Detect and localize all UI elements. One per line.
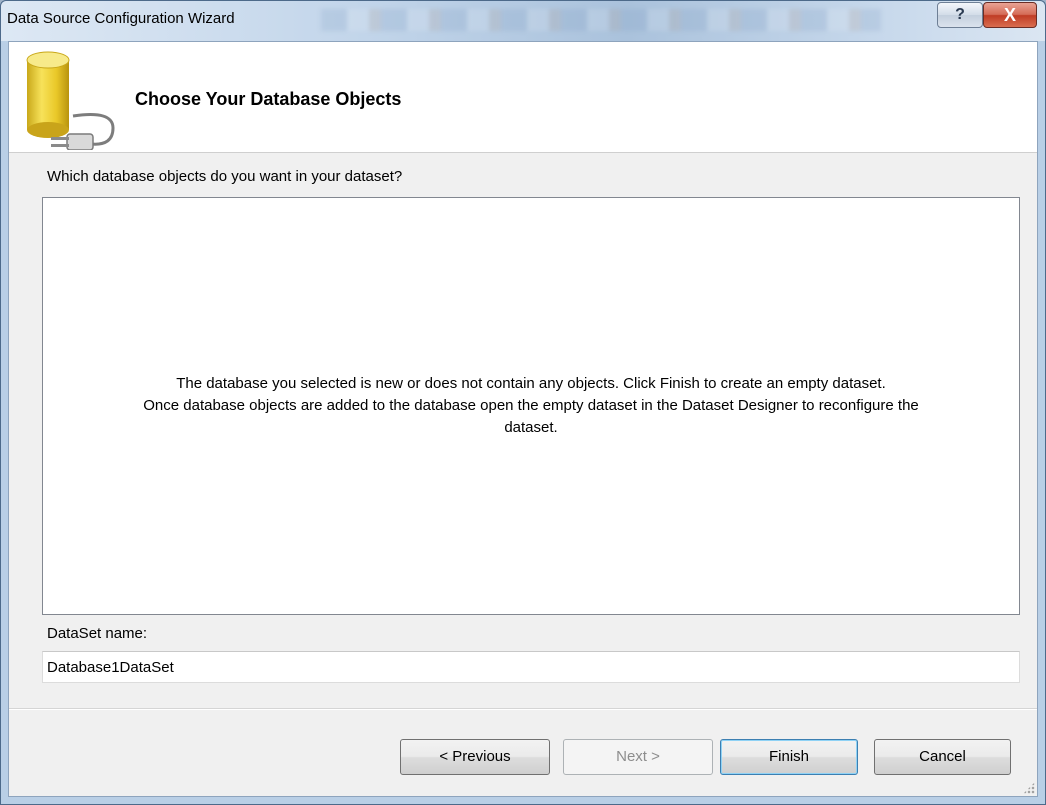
close-icon: X	[1003, 5, 1016, 25]
previous-button[interactable]: < Previous	[400, 739, 550, 775]
page-title: Choose Your Database Objects	[135, 89, 402, 109]
title-bar-background	[321, 9, 881, 31]
title-bar[interactable]: Data Source Configuration Wizard ? X	[1, 1, 1045, 41]
wizard-body: Choose Your Database Objects Which datab…	[8, 41, 1038, 797]
wizard-header: Choose Your Database Objects	[9, 42, 1037, 153]
empty-database-message: The database you selected is new or does…	[43, 373, 1019, 439]
help-button[interactable]: ?	[937, 2, 983, 28]
dataset-name-input[interactable]	[42, 651, 1020, 683]
empty-message-line-2: Once database objects are added to the d…	[143, 397, 919, 414]
close-button[interactable]: X	[983, 2, 1037, 28]
empty-message-line-3: dataset.	[504, 419, 558, 436]
resize-grip[interactable]	[1023, 782, 1035, 794]
window-title: Data Source Configuration Wizard	[7, 10, 235, 27]
footer-divider	[9, 708, 1037, 710]
help-icon: ?	[955, 6, 965, 23]
dataset-name-label: DataSet name:	[47, 625, 148, 642]
objects-prompt-label: Which database objects do you want in yo…	[47, 168, 403, 185]
database-objects-tree[interactable]: The database you selected is new or does…	[42, 197, 1020, 615]
empty-message-line-1: The database you selected is new or does…	[176, 375, 886, 392]
finish-button[interactable]: Finish	[720, 739, 858, 775]
next-button[interactable]: Next >	[563, 739, 713, 775]
wizard-window: Data Source Configuration Wizard ? X Cho…	[0, 0, 1046, 805]
cancel-button[interactable]: Cancel	[874, 739, 1011, 775]
database-plug-icon	[26, 51, 115, 150]
